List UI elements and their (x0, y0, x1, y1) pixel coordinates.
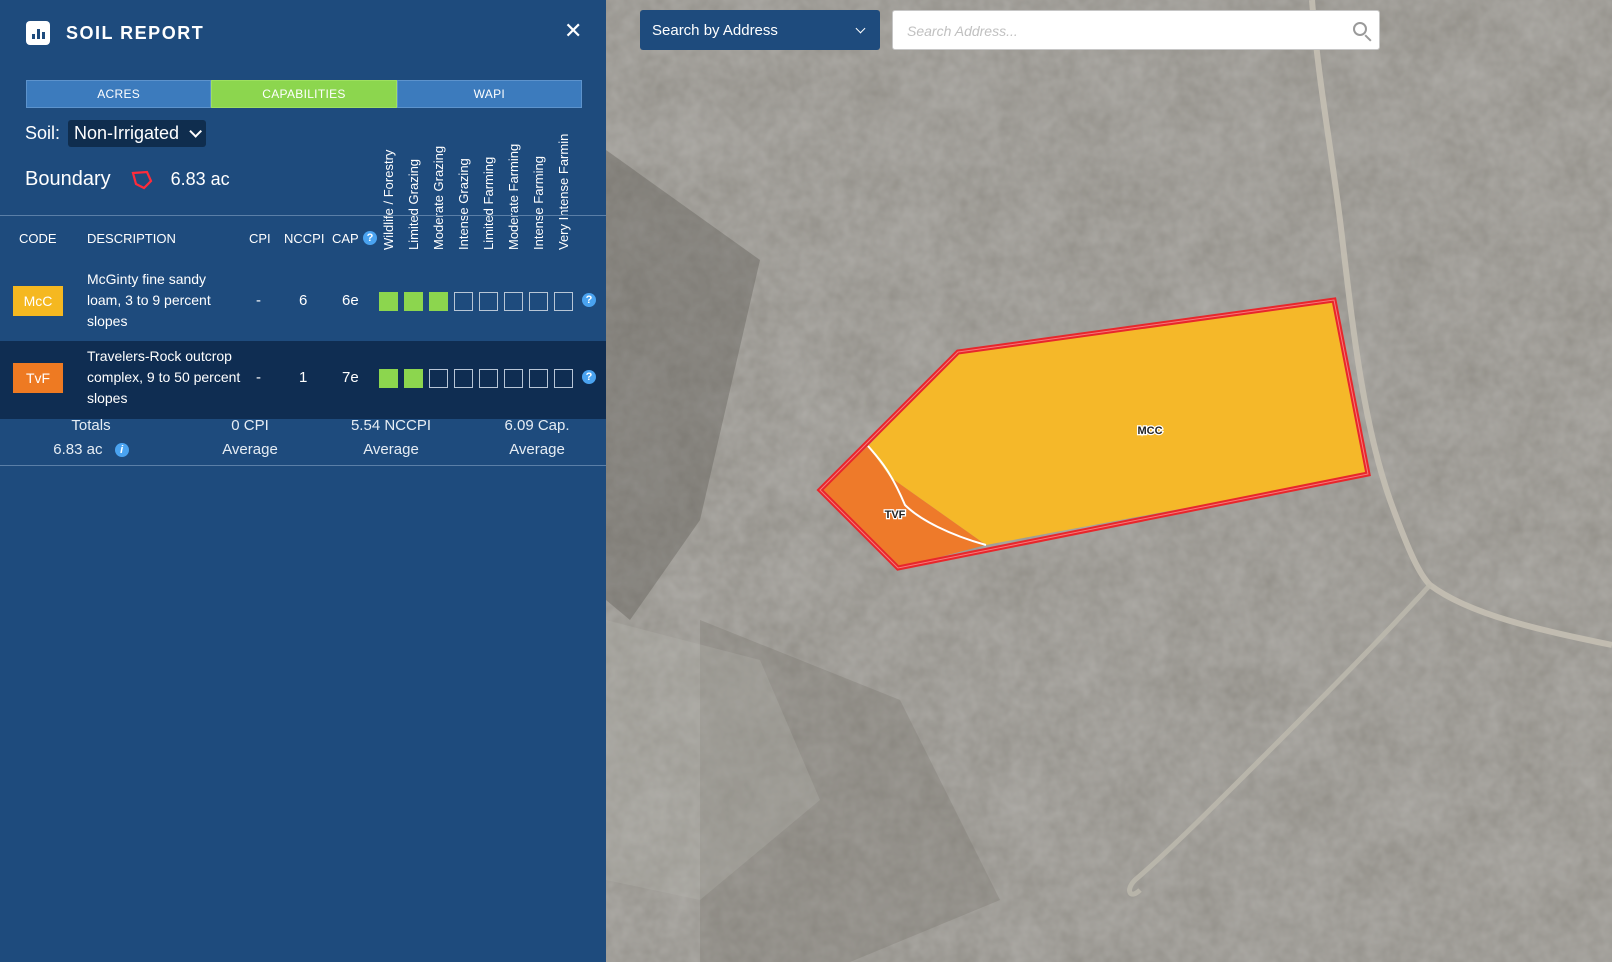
polygon-label-tvf: TVF (885, 509, 906, 521)
boundary-label: Boundary (25, 168, 111, 190)
chevron-down-icon (189, 125, 203, 138)
chevron-down-icon (855, 23, 866, 34)
column-header-cap: CAP (332, 231, 359, 246)
capability-header: Intense Grazing (456, 158, 471, 250)
totals-acres: 6.83 ac i (46, 438, 136, 461)
report-tabs: ACRES CAPABILITIES WAPI (26, 80, 582, 108)
search-mode-select[interactable]: Search by Address (640, 10, 880, 50)
cap-value: 7e (342, 369, 359, 386)
soil-label: Soil: (25, 123, 61, 143)
column-header-description: DESCRIPTION (87, 231, 176, 246)
capability-box-empty (504, 369, 523, 388)
capability-box-filled (404, 292, 423, 311)
capability-box-empty (554, 292, 573, 311)
boundary-acres: 6.83 ac (170, 169, 230, 189)
table-row[interactable]: McC McGinty fine sandy loam, 3 to 9 perc… (0, 263, 606, 341)
help-icon[interactable]: ? (582, 293, 596, 307)
capability-header: Limited Grazing (406, 158, 421, 250)
capability-header: Moderate Farming (506, 143, 521, 250)
tab-wapi[interactable]: WAPI (396, 80, 582, 108)
totals-cap-sub: Average (509, 441, 565, 458)
close-icon[interactable]: ✕ (564, 19, 582, 43)
capability-header: Intense Farming (531, 156, 546, 250)
boundary-polygon-icon (131, 170, 152, 189)
polygon-label-mcc: MCC (1137, 425, 1162, 437)
capability-header: Very Intense Farmin (556, 133, 571, 250)
cpi-value: - (256, 292, 261, 309)
totals-acres-value: 6.83 ac (53, 441, 103, 458)
capability-box-empty (554, 369, 573, 388)
column-header-cpi: CPI (249, 231, 271, 246)
capability-box-filled (429, 292, 448, 311)
soil-type-value: Non-Irrigated (74, 123, 180, 143)
capability-box-filled (379, 292, 398, 311)
totals-nccpi-sub: Average (363, 441, 419, 458)
address-search-input[interactable] (905, 11, 1349, 51)
capability-box-empty (479, 292, 498, 311)
capability-header: Wildlife / Forestry (381, 149, 396, 250)
capability-box-empty (529, 369, 548, 388)
capability-box-empty (454, 292, 473, 311)
tab-capabilities[interactable]: CAPABILITIES (211, 80, 397, 108)
soil-code-badge: McC (13, 286, 63, 316)
help-icon[interactable]: ? (582, 370, 596, 384)
column-header-code: CODE (19, 231, 57, 246)
totals-row: Totals 6.83 ac i 0 CPI Average 5.54 NCCP… (0, 416, 606, 464)
search-icon[interactable] (1353, 22, 1367, 36)
nccpi-value: 1 (299, 369, 308, 386)
capability-box-empty (454, 369, 473, 388)
totals-cap: 6.09 Cap. (504, 417, 570, 434)
column-header-nccpi: NCCPI (284, 231, 325, 246)
soil-type-dropdown[interactable]: Non-Irrigated (68, 120, 207, 147)
totals-cpi-sub: Average (222, 441, 278, 458)
capability-box-filled (379, 369, 398, 388)
tab-acres[interactable]: ACRES (26, 80, 212, 108)
soil-code-badge: TvF (13, 363, 63, 393)
info-icon[interactable]: i (114, 443, 129, 458)
capability-box-empty (429, 369, 448, 388)
table-row[interactable]: TvF Travelers-Rock outcrop complex, 9 to… (0, 341, 606, 419)
capability-boxes (379, 292, 579, 311)
bar-chart-icon (26, 21, 50, 45)
nccpi-value: 6 (299, 292, 308, 309)
capability-header: Moderate Grazing (431, 145, 446, 250)
search-mode-label: Search by Address (652, 21, 778, 39)
capability-box-empty (504, 292, 523, 311)
capability-box-empty (479, 369, 498, 388)
soil-selector: Soil: Non-Irrigated (25, 120, 207, 147)
totals-label: Totals (71, 417, 111, 434)
panel-title: SOIL REPORT (66, 22, 205, 43)
cap-value: 6e (342, 292, 359, 309)
capability-boxes (379, 369, 579, 388)
help-icon[interactable]: ? (363, 231, 377, 245)
divider (0, 215, 606, 216)
capability-header: Limited Farming (481, 156, 496, 250)
panel-header: SOIL REPORT (26, 20, 204, 46)
boundary-summary: Boundary 6.83 ac (25, 168, 230, 191)
totals-cpi: 0 CPI (231, 417, 269, 434)
soil-report-panel: SOIL REPORT ✕ ACRES CAPABILITIES WAPI So… (0, 0, 606, 962)
soil-description: McGinty fine sandy loam, 3 to 9 percent … (87, 271, 211, 329)
divider (0, 465, 606, 466)
soil-description: Travelers-Rock outcrop complex, 9 to 50 … (87, 348, 241, 406)
cpi-value: - (256, 369, 261, 386)
capability-box-filled (404, 369, 423, 388)
address-search-box[interactable] (892, 10, 1380, 51)
totals-nccpi: 5.54 NCCPI (350, 417, 432, 434)
capability-box-empty (529, 292, 548, 311)
